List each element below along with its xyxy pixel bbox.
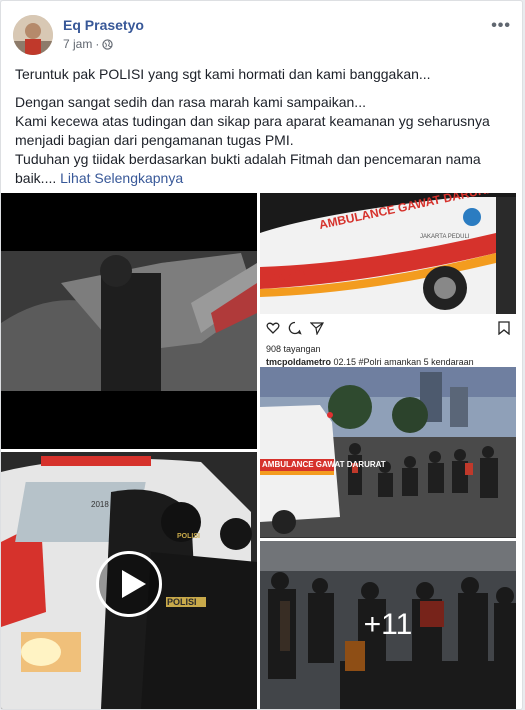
avatar[interactable] [13,15,53,55]
photo-more[interactable]: +11 [260,541,516,709]
post-time[interactable]: 7 jam [63,37,92,51]
post-text: Teruntuk pak POLISI yang sgt kami hormat… [15,65,510,188]
post-paragraph: Teruntuk pak POLISI yang sgt kami hormat… [15,66,431,82]
video-police[interactable]: POLISI POLISI 2018 [1,452,257,709]
comment-icon[interactable] [288,321,302,335]
ambulance-brand: JAKARTA PEDULI [420,234,470,240]
instagram-bar: 908 tayangan tmcpoldametro 02.15 #Polri … [260,314,516,371]
ambulance-label-2: AMBULANCE GAWAT DARURAT [262,460,386,469]
author-name[interactable]: Eq Prasetyo [63,17,144,33]
post-paragraph: Kami kecewa atas tudingan dan sikap para… [15,113,490,148]
more-photos-count[interactable]: +11 [260,541,516,709]
post-card: Eq Prasetyo 7 jam · ••• Teruntuk pak POL… [0,0,523,710]
police-plate: 2018 [91,500,109,509]
globe-icon[interactable] [102,38,114,50]
photo-car-night[interactable] [1,193,257,449]
see-more-link[interactable]: Lihat Selengkapnya [60,170,183,186]
media-grid: AMBULANCE GAWAT DARURAT KARTA TIMUR JAKA… [1,193,522,709]
bookmark-icon[interactable] [498,321,510,335]
instagram-username: tmcpoldametro [266,357,332,367]
share-icon[interactable] [310,321,324,335]
photo-crowd-street[interactable]: AMBULANCE GAWAT DARURAT [260,367,516,538]
more-options-icon[interactable]: ••• [491,17,511,35]
police-label: POLISI [167,597,197,607]
post-header: Eq Prasetyo 7 jam · ••• [13,13,513,57]
heart-icon[interactable] [266,321,280,335]
instagram-views: 908 tayangan [266,344,321,354]
instagram-caption-text: 02.15 #Polri amankan 5 kendaraan [333,357,474,367]
meta-separator: · [95,37,100,51]
photo-ambulance-instagram[interactable]: AMBULANCE GAWAT DARURAT KARTA TIMUR JAKA… [260,193,516,371]
play-button[interactable] [96,551,162,617]
instagram-caption: tmcpoldametro 02.15 #Polri amankan 5 ken… [266,357,474,367]
post-paragraph: Dengan sangat sedih dan rasa marah kami … [15,94,366,110]
police-helmet-label: POLISI [177,533,200,540]
post-meta: 7 jam · [63,37,114,51]
